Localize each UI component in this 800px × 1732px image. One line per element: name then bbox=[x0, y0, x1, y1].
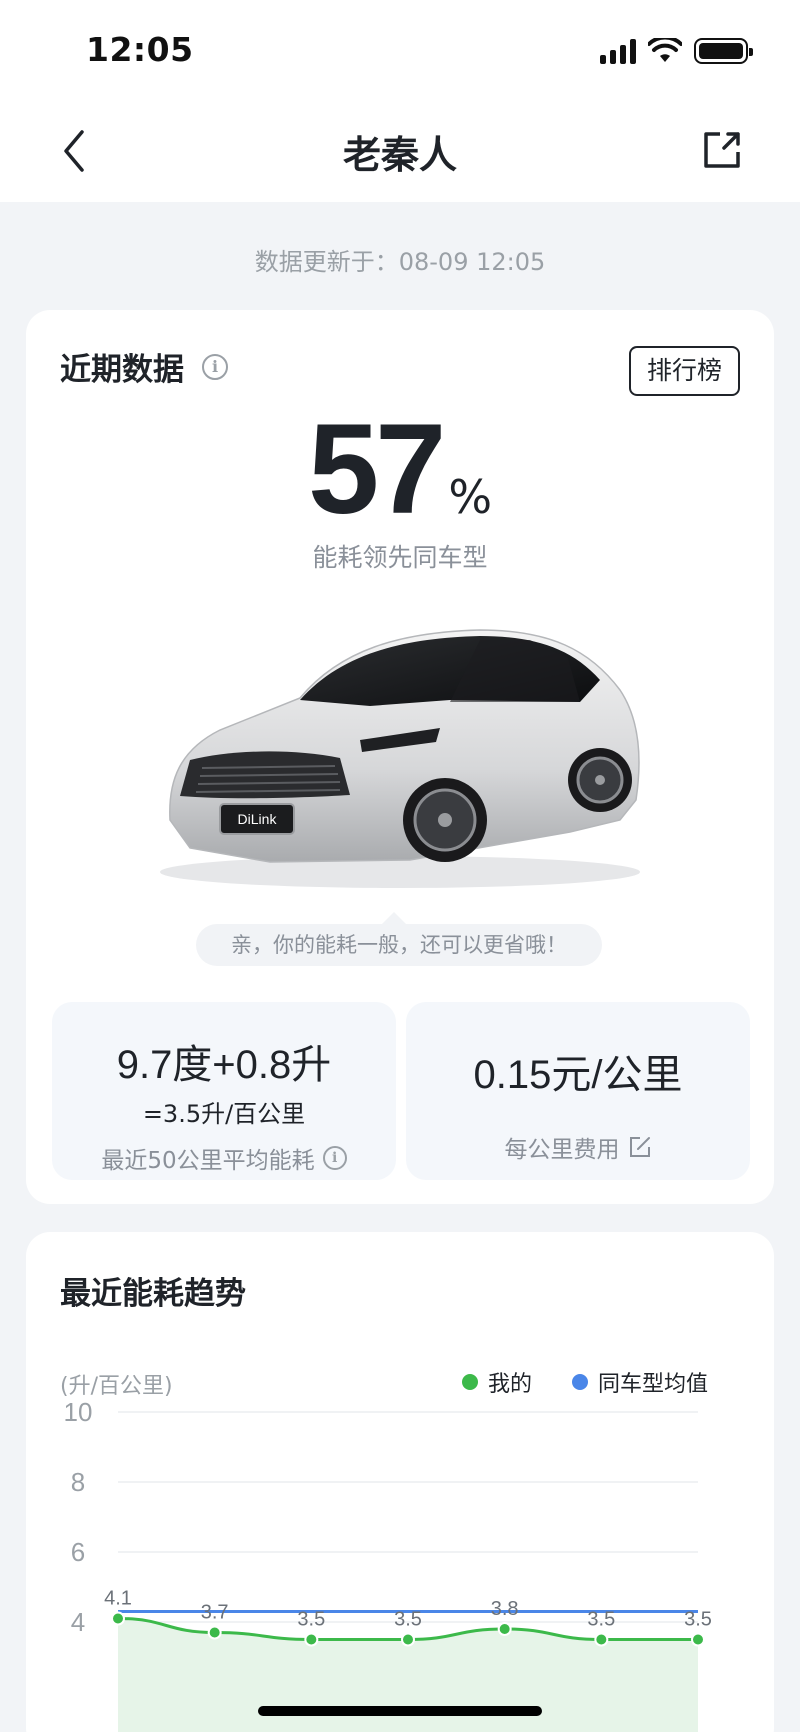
car-image: DiLink bbox=[160, 629, 640, 888]
cost-per-km-panel[interactable]: 0.15元/公里 每公里费用 bbox=[406, 1002, 750, 1180]
legend-dot-mine bbox=[461, 1374, 478, 1390]
cost-label-row: 每公里费用 bbox=[406, 1130, 750, 1164]
mine-data-point bbox=[691, 1632, 705, 1647]
top-bar: 12:05 老秦人 bbox=[0, 0, 800, 202]
mine-data-point bbox=[304, 1632, 319, 1647]
tip-bubble: 亲，你的能耗一般，还可以更省哦！ bbox=[196, 912, 602, 966]
mine-data-label: 3.8 bbox=[491, 1598, 519, 1620]
trend-line-chart: 10 8 6 4 4.1 3.7 3.5 3.5 3.8 3.5 3.5 bbox=[64, 1397, 712, 1732]
y-tick-label: 6 bbox=[71, 1537, 85, 1567]
home-indicator[interactable] bbox=[258, 1706, 542, 1716]
consumption-value: 9.7度+0.8升 bbox=[116, 1043, 332, 1087]
recent-data-title: 近期数据 bbox=[60, 352, 184, 388]
share-icon[interactable] bbox=[700, 128, 744, 172]
cost-value: 0.15元/公里 bbox=[473, 1053, 683, 1097]
cellular-signal-icon bbox=[600, 38, 636, 64]
consumption-label-row: 最近50公里平均能耗 i bbox=[52, 1141, 396, 1175]
edit-icon[interactable] bbox=[628, 1135, 652, 1159]
percent-unit: % bbox=[448, 470, 493, 524]
battery-icon bbox=[694, 38, 753, 64]
mine-data-label: 3.5 bbox=[587, 1609, 615, 1631]
page-title: 老秦人 bbox=[342, 133, 457, 177]
status-time: 12:05 bbox=[86, 30, 194, 69]
trend-card: 最近能耗趋势 (升/百公里) 我的 同车型均值 10 8 6 4 4.1 3.7 3.5 3.… bbox=[26, 1232, 774, 1732]
mine-data-point bbox=[207, 1625, 222, 1640]
legend-dot-average bbox=[571, 1374, 588, 1390]
percent-value: 57 bbox=[307, 398, 446, 541]
recent-data-card: 近期数据 i 排行榜 57% 能耗领先同车型 DiLink 亲，你的能耗一般，还… bbox=[26, 310, 774, 1204]
mine-data-label: 3.5 bbox=[684, 1609, 712, 1631]
mine-data-point bbox=[401, 1632, 415, 1647]
update-timestamp: 数据更新于：08-09 12:05 bbox=[254, 248, 546, 276]
mine-data-point bbox=[497, 1622, 512, 1636]
avg-consumption-panel: 9.7度+0.8升 =3.5升/百公里 最近50公里平均能耗 i bbox=[52, 1002, 396, 1180]
cost-label: 每公里费用 bbox=[504, 1137, 620, 1163]
y-tick-label: 8 bbox=[71, 1467, 85, 1497]
recent-data-header: 近期数据 i bbox=[60, 344, 228, 389]
trend-title: 最近能耗趋势 bbox=[60, 1276, 246, 1312]
status-icons bbox=[600, 38, 753, 64]
mine-data-label: 4.1 bbox=[104, 1588, 132, 1610]
mine-data-point bbox=[111, 1611, 125, 1626]
mine-data-point bbox=[594, 1632, 609, 1647]
consumption-equivalent: =3.5升/百公里 bbox=[142, 1100, 306, 1128]
y-tick-label: 10 bbox=[64, 1397, 93, 1427]
wifi-icon bbox=[648, 38, 682, 62]
mine-data-label: 3.5 bbox=[394, 1609, 422, 1631]
y-tick-label: 4 bbox=[71, 1607, 85, 1637]
leaderboard-button[interactable]: 排行榜 bbox=[628, 346, 740, 396]
info-icon[interactable]: i bbox=[202, 353, 228, 380]
mine-data-label: 3.7 bbox=[201, 1602, 229, 1624]
percent-label: 能耗领先同车型 bbox=[312, 543, 488, 572]
consumption-label: 最近50公里平均能耗 bbox=[101, 1148, 315, 1174]
car-plate-text: DiLink bbox=[238, 811, 278, 827]
energy-rank-percent: 57% bbox=[26, 396, 774, 543]
info-icon[interactable]: i bbox=[322, 1146, 347, 1170]
mine-data-label: 3.5 bbox=[297, 1609, 325, 1631]
